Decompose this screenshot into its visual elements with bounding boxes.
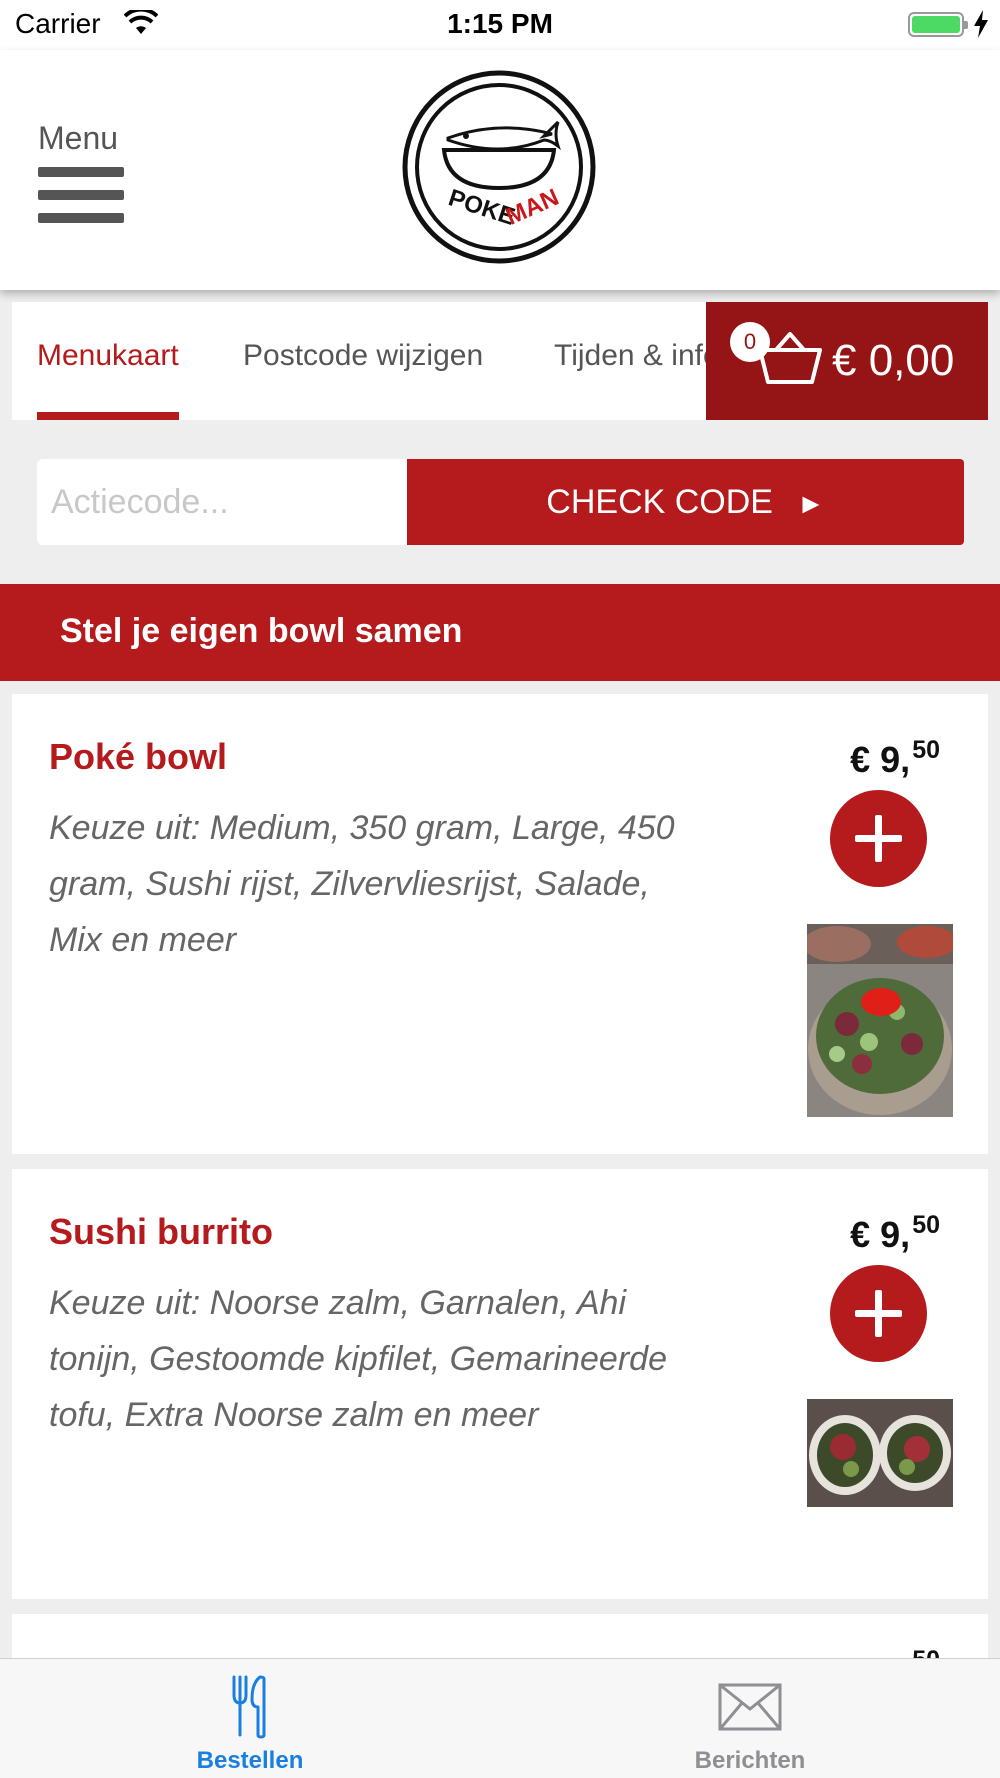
sushi-burrito-photo <box>807 1399 953 1507</box>
tab-tijden-info[interactable]: Tijden & info <box>554 302 720 420</box>
menu-label: Menu <box>38 120 119 156</box>
product-name: Sushi burrito <box>49 1211 273 1252</box>
cart-total: € 0,00 <box>832 336 955 385</box>
bottom-tab-bar: Bestellen Berichten <box>0 1658 1000 1778</box>
category-header[interactable]: Stel je eigen bowl samen <box>0 584 1000 681</box>
product-price: € 9,50 <box>850 736 940 781</box>
action-code-input[interactable] <box>37 459 407 545</box>
fish-bowl-logo: POKE MAN <box>402 70 596 264</box>
tab-bestellen[interactable]: Bestellen <box>0 1659 500 1778</box>
tab-bestellen-label: Bestellen <box>196 1747 304 1774</box>
app-header: Menu POKE MAN <box>0 50 1000 290</box>
menu-button[interactable]: Menu <box>38 120 126 236</box>
fork-knife-icon <box>0 1675 500 1739</box>
price-cents: 50 <box>912 1211 940 1239</box>
product-name: Poké bowl <box>49 736 228 777</box>
product-card[interactable]: Poké bowl € 9,50 Keuze uit: Medium, 350 … <box>12 694 988 1154</box>
action-code-row: CHECK CODE ► <box>37 459 964 545</box>
product-price: € 9,50 <box>850 1211 940 1256</box>
add-to-cart-button[interactable] <box>830 1265 927 1362</box>
cart-count-badge: 0 <box>730 322 770 362</box>
product-description: Keuze uit: Medium, 350 gram, Large, 450 … <box>49 809 675 959</box>
category-title: Stel je eigen bowl samen <box>60 612 463 650</box>
tab-postcode-wijzigen[interactable]: Postcode wijzigen <box>243 302 483 420</box>
clock: 1:15 PM <box>447 8 553 39</box>
price-main: € 9, <box>850 1214 911 1255</box>
cart-button[interactable]: 0 € 0,00 <box>706 302 988 420</box>
add-to-cart-button[interactable] <box>830 790 927 887</box>
play-arrow-icon: ► <box>796 488 825 519</box>
charging-icon <box>974 10 988 43</box>
tab-berichten-label: Berichten <box>694 1747 806 1774</box>
tab-menukaart[interactable]: Menukaart <box>37 302 179 420</box>
envelope-icon <box>500 1675 1000 1739</box>
status-bar: Carrier 1:15 PM <box>0 0 1000 50</box>
price-cents: 50 <box>912 736 940 764</box>
check-code-label: CHECK CODE <box>546 483 773 521</box>
hamburger-icon <box>38 167 126 223</box>
price-main: € 9, <box>850 739 911 780</box>
battery-icon <box>908 12 968 37</box>
product-description: Keuze uit: Noorse zalm, Garnalen, Ahi to… <box>49 1284 667 1434</box>
tab-berichten[interactable]: Berichten <box>500 1659 1000 1778</box>
poke-bowl-photo <box>807 924 953 1117</box>
check-code-button[interactable]: CHECK CODE ► <box>407 459 964 545</box>
product-card[interactable]: Sushi burrito € 9,50 Keuze uit: Noorse z… <box>12 1169 988 1599</box>
